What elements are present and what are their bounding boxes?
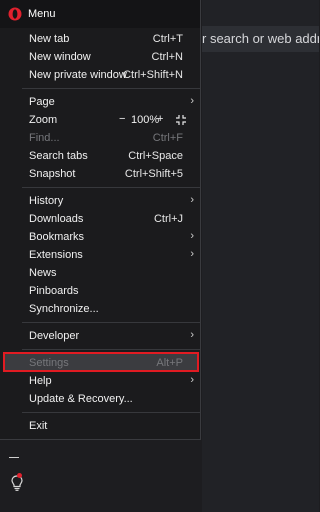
menu-item-label: History [29,195,64,207]
menu-title: Menu [28,8,56,20]
menu-item-shortcut: Ctrl+F [152,132,183,144]
menu-item-label: Help [29,375,52,387]
menu-item-label: New tab [29,33,70,45]
menu-item-help[interactable]: Help › [0,373,200,391]
browser-content-area [202,0,319,512]
zoom-level: 100% [131,114,160,126]
menu-item-label: New private window [29,69,127,81]
sidebar-divider [9,457,19,458]
menu-item-extensions[interactable]: Extensions › [0,247,200,265]
menu-item-label: Pinboards [29,285,79,297]
menu-item-find: Find... Ctrl+F [0,130,200,148]
fullscreen-icon[interactable] [176,115,186,125]
menu-item-label: Developer [29,330,80,342]
address-bar[interactable]: r search or web address [202,26,319,52]
menu-item-new-private-window[interactable]: New private window Ctrl+Shift+N [0,67,200,85]
menu-separator [22,88,200,89]
menu-item-new-tab[interactable]: New tab Ctrl+T [0,31,200,49]
chevron-right-icon: › [190,95,194,107]
menu-item-shortcut: Ctrl+Space [128,150,183,162]
menu-item-news[interactable]: News [0,265,200,283]
menu-item-shortcut: Ctrl+Shift+5 [124,168,183,180]
opera-main-menu: Menu New tab Ctrl+T New window Ctrl+N Ne… [0,0,201,440]
menu-item-label: News [29,267,57,279]
menu-item-label: Search tabs [29,150,88,162]
chevron-right-icon: › [190,194,194,206]
menu-item-label: Page [29,96,55,108]
chevron-right-icon: › [190,230,194,242]
chevron-right-icon: › [190,248,194,260]
menu-item-bookmarks[interactable]: Bookmarks › [0,229,200,247]
menu-item-synchronize[interactable]: Synchronize... [0,301,200,319]
zoom-in-button[interactable]: + [157,113,163,125]
menu-item-new-window[interactable]: New window Ctrl+N [0,49,200,67]
opera-logo-icon [8,7,22,21]
menu-separator [22,322,200,323]
chevron-right-icon: › [190,374,194,386]
menu-item-shortcut: Alt+P [156,357,183,369]
menu-item-page[interactable]: Page › [0,94,200,112]
menu-item-label: Downloads [29,213,84,225]
menu-item-label: Exit [29,420,48,432]
menu-separator [22,187,200,188]
menu-item-zoom: Zoom − 100% + [0,112,200,130]
menu-item-snapshot[interactable]: Snapshot Ctrl+Shift+5 [0,166,200,184]
menu-item-history[interactable]: History › [0,193,200,211]
menu-item-label: Snapshot [29,168,76,180]
menu-separator [22,349,200,350]
menu-item-developer[interactable]: Developer › [0,328,200,346]
menu-item-label: Extensions [29,249,83,261]
chevron-right-icon: › [190,329,194,341]
menu-item-label: Synchronize... [29,303,99,315]
menu-item-label: Settings [29,357,69,369]
menu-item-label: Bookmarks [29,231,85,243]
menu-item-search-tabs[interactable]: Search tabs Ctrl+Space [0,148,200,166]
menu-item-shortcut: Ctrl+J [153,213,183,225]
menu-header[interactable]: Menu [0,0,200,28]
address-bar-placeholder: r search or web address [202,31,319,46]
menu-item-update-recovery[interactable]: Update & Recovery... [0,391,200,409]
menu-item-label: Zoom [29,114,58,126]
menu-item-pinboards[interactable]: Pinboards [0,283,200,301]
menu-item-shortcut: Ctrl+T [152,33,183,45]
notification-dot [17,473,22,478]
zoom-out-button[interactable]: − [119,113,125,125]
menu-item-shortcut: Ctrl+Shift+N [123,69,183,81]
menu-item-shortcut: Ctrl+N [151,51,183,63]
menu-separator [22,412,200,413]
menu-item-downloads[interactable]: Downloads Ctrl+J [0,211,200,229]
menu-item-label: New window [29,51,91,63]
menu-item-exit[interactable]: Exit [0,418,200,436]
menu-item-label: Find... [29,132,60,144]
menu-item-settings[interactable]: Settings Alt+P [0,355,200,373]
menu-item-label: Update & Recovery... [29,393,133,405]
